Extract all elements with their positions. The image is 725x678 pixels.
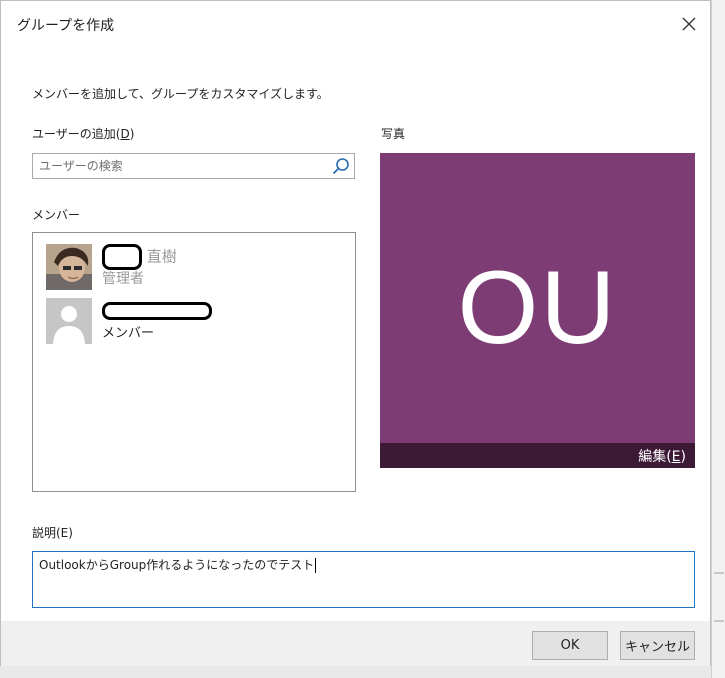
group-initials: OU xyxy=(457,250,618,366)
members-list[interactable]: 直樹 管理者 メンバー xyxy=(32,232,356,492)
add-user-label: ユーザーの追加(D) xyxy=(32,127,135,141)
close-icon xyxy=(682,17,696,31)
member-name xyxy=(102,298,212,320)
members-label: メンバー xyxy=(32,208,81,222)
member-item[interactable]: 直樹 管理者 xyxy=(46,244,346,290)
title-bar: グループを作成 xyxy=(1,1,710,49)
redaction-mark xyxy=(102,244,142,270)
user-search-field[interactable] xyxy=(32,153,355,179)
member-item[interactable]: メンバー xyxy=(46,298,346,344)
description-field[interactable]: OutlookからGroup作れるようになったのでテスト xyxy=(32,551,695,608)
text-caret xyxy=(315,558,317,573)
instruction-text: メンバーを追加して、グループをカスタマイズします。 xyxy=(32,87,329,101)
member-photo xyxy=(46,244,92,290)
default-avatar-icon xyxy=(46,298,92,344)
close-button[interactable] xyxy=(674,9,704,39)
create-group-dialog: グループを作成 メンバーを追加して、グループをカスタマイズします。 ユーザーの追… xyxy=(0,0,711,666)
group-photo: OU 編集(E) xyxy=(380,153,695,468)
cancel-button[interactable]: キャンセル xyxy=(620,631,695,660)
user-search-input[interactable] xyxy=(39,157,325,175)
member-role: 管理者 xyxy=(102,271,144,287)
member-name: 直樹 xyxy=(102,244,177,270)
photo-edit-bar: 編集(E) xyxy=(380,443,695,468)
description-label: 説明(E) xyxy=(32,526,73,540)
dialog-title: グループを作成 xyxy=(17,18,115,34)
edit-photo-button[interactable]: 編集(E) xyxy=(638,446,686,466)
photo-label: 写真 xyxy=(381,127,406,141)
dialog-footer: OK キャンセル xyxy=(1,621,710,666)
search-icon[interactable] xyxy=(332,157,350,175)
description-value[interactable]: OutlookからGroup作れるようになったのでテスト xyxy=(39,556,317,573)
ok-button[interactable]: OK xyxy=(532,631,608,660)
background-window xyxy=(711,0,725,678)
redaction-mark xyxy=(102,302,212,320)
member-role: メンバー xyxy=(102,326,155,341)
